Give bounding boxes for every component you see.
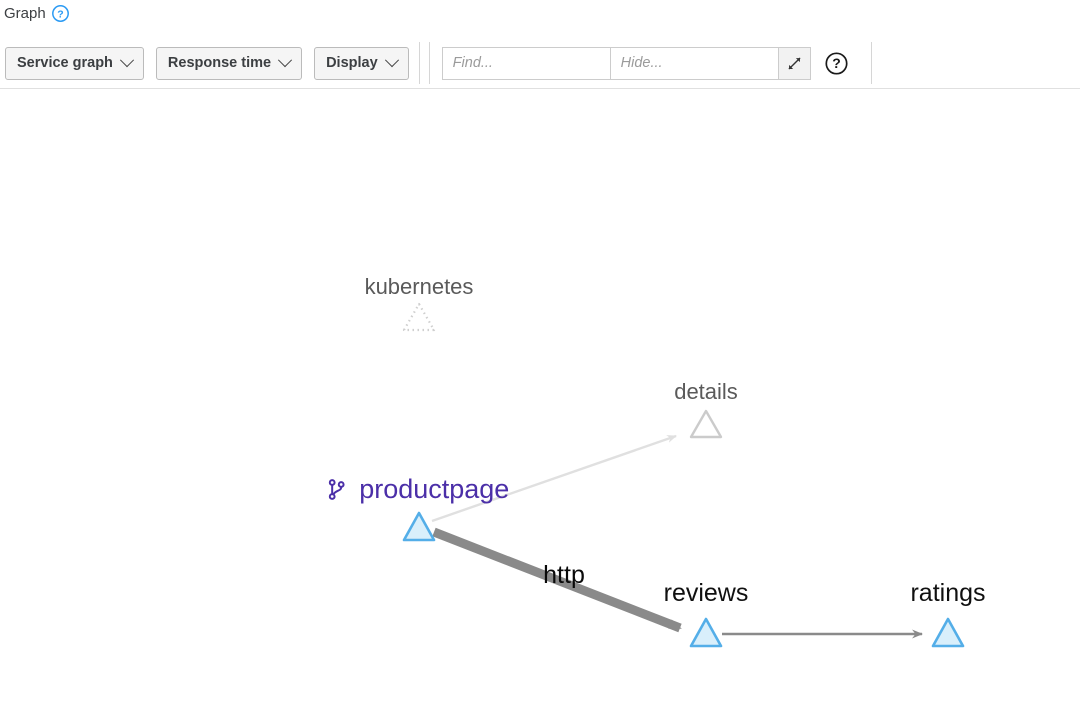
code-branch-icon (328, 476, 353, 506)
toolbar-divider (418, 42, 420, 84)
svg-text:?: ? (57, 8, 63, 20)
node-label-details[interactable]: details (674, 379, 738, 405)
svg-text:?: ? (832, 55, 841, 71)
response-time-dropdown[interactable]: Response time (155, 46, 303, 80)
node-label-productpage[interactable]: productpage (328, 474, 510, 507)
chevron-down-icon (119, 53, 134, 68)
help-circle-icon[interactable]: ? (51, 4, 69, 22)
node-label-reviews[interactable]: reviews (664, 579, 749, 608)
find-hide-input-group (441, 46, 811, 80)
node-kubernetes[interactable] (402, 302, 436, 332)
chevron-down-icon (278, 53, 293, 68)
node-label-ratings[interactable]: ratings (910, 579, 985, 608)
page-header: Graph ? (0, 0, 69, 26)
service-graph-dropdown-label: Service graph (17, 55, 113, 71)
find-input[interactable] (441, 46, 610, 80)
edge-label-http[interactable]: http (543, 561, 585, 590)
node-productpage[interactable] (402, 511, 436, 542)
page-title: Graph (4, 4, 46, 22)
display-dropdown[interactable]: Display (314, 46, 409, 80)
node-label-productpage-text: productpage (359, 474, 510, 504)
hide-input[interactable] (609, 46, 778, 80)
node-ratings[interactable] (931, 617, 965, 648)
graph-toolbar: Service graph Response time Display ? (0, 38, 1080, 88)
graph-edges-and-nodes (402, 302, 965, 648)
expand-arrows-icon[interactable] (777, 46, 811, 80)
node-reviews[interactable] (689, 617, 723, 648)
toolbar-divider (428, 42, 430, 84)
help-circle-outline-icon[interactable]: ? (825, 51, 849, 75)
node-label-kubernetes[interactable]: kubernetes (365, 274, 474, 300)
display-dropdown-label: Display (326, 55, 378, 71)
node-details[interactable] (689, 409, 723, 439)
chevron-down-icon (384, 53, 399, 68)
toolbar-divider (870, 42, 872, 84)
service-graph-canvas[interactable]: kubernetes details productpage reviews r… (0, 89, 1080, 711)
response-time-dropdown-label: Response time (167, 55, 272, 71)
service-graph-dropdown[interactable]: Service graph (5, 46, 144, 80)
